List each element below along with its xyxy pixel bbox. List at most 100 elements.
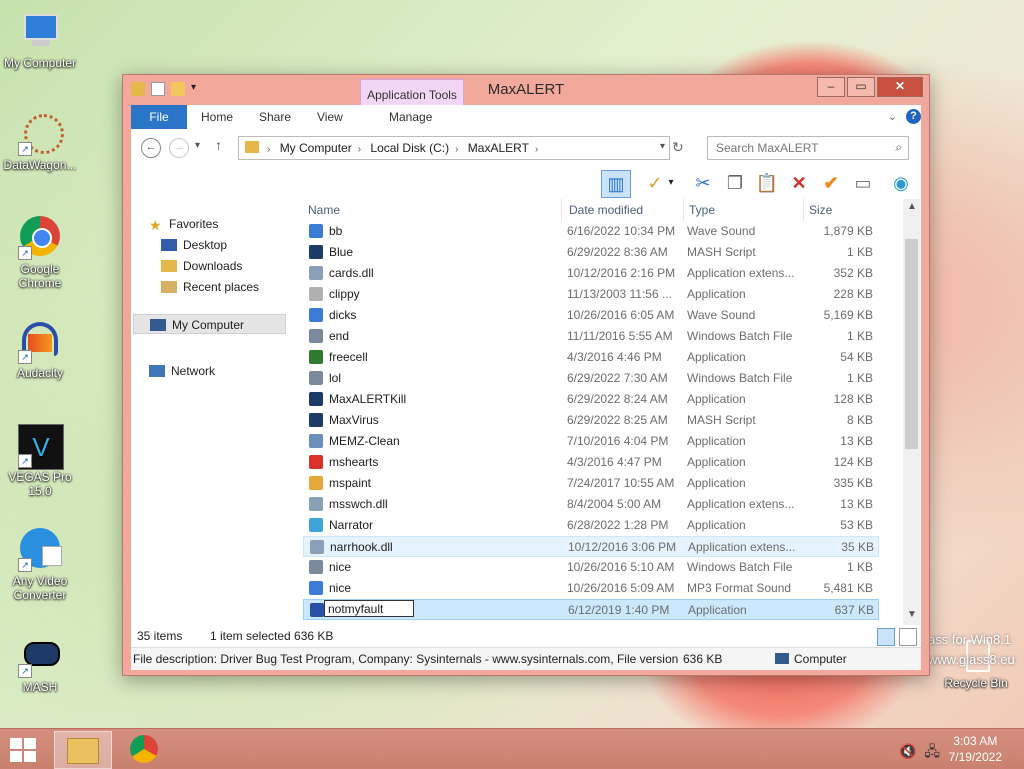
- close-button[interactable]: ✕: [877, 77, 923, 97]
- start-button[interactable]: [10, 738, 36, 762]
- volume-muted-icon[interactable]: 🔇: [899, 743, 916, 759]
- address-bar[interactable]: › My Computer › Local Disk (C:) › MaxALERT…: [238, 136, 670, 160]
- scrollbar-thumb[interactable]: [905, 239, 918, 449]
- delete-icon[interactable]: ✕: [785, 170, 813, 196]
- desktop-icon-vegas[interactable]: V ↗ VEGAS Pro 15.0: [2, 424, 78, 498]
- rename-icon[interactable]: ▭: [849, 170, 877, 196]
- file-row[interactable]: MaxVirus 6/29/2022 8:25 AM MASH Script 8 KB: [303, 410, 879, 431]
- nav-desktop[interactable]: Desktop: [161, 235, 227, 255]
- file-row[interactable]: end 11/11/2016 5:55 AM Windows Batch File 1…: [303, 326, 879, 347]
- file-type: MP3 Format Sound: [687, 581, 792, 595]
- tab-share[interactable]: Share: [259, 105, 291, 129]
- taskbar-file-explorer[interactable]: [54, 731, 112, 769]
- preview-pane-icon[interactable]: ▥: [601, 170, 631, 198]
- details-bar: File description: Driver Bug Test Progra…: [131, 647, 921, 670]
- file-row[interactable]: lol 6/29/2022 7:30 AM Windows Batch File 1 …: [303, 368, 879, 389]
- datawagon-icon: ↗: [18, 112, 64, 156]
- clippy-icon: [309, 287, 323, 301]
- copy-icon[interactable]: ❐: [721, 170, 749, 196]
- cut-icon[interactable]: ✂: [689, 170, 717, 196]
- desktop-icon-audacity[interactable]: ↗ Audacity: [2, 320, 78, 380]
- sort-ascending-icon: ^: [427, 199, 431, 203]
- window-titlebar[interactable]: ▾ MaxALERT – ▭ ✕: [123, 75, 929, 105]
- file-name: narrhook.dll: [330, 540, 393, 554]
- column-divider[interactable]: [803, 199, 804, 221]
- nav-recent-places[interactable]: Recent places: [161, 277, 259, 297]
- minimize-button[interactable]: –: [817, 77, 845, 97]
- column-type[interactable]: Type: [689, 199, 715, 221]
- file-row[interactable]: mspaint 7/24/2017 10:55 AM Application 335 …: [303, 473, 879, 494]
- search-input[interactable]: Search MaxALERT ⌕: [707, 136, 909, 160]
- file-row[interactable]: nice 10/26/2016 5:10 AM Windows Batch File…: [303, 557, 879, 578]
- expand-ribbon-icon[interactable]: ⌄: [888, 110, 897, 123]
- desktop-icon-any-video-converter[interactable]: ↗ Any Video Converter: [2, 528, 78, 602]
- breadcrumb-my-computer[interactable]: My Computer: [280, 141, 352, 155]
- tab-manage[interactable]: Manage: [389, 105, 432, 129]
- back-button[interactable]: ←: [141, 138, 161, 158]
- scroll-up-icon[interactable]: ▲: [907, 201, 917, 212]
- status-bar: 35 items 1 item selected 636 KB: [131, 625, 921, 647]
- maximize-button[interactable]: ▭: [847, 77, 875, 97]
- taskbar-clock[interactable]: 3:03 AM 7/19/2022: [949, 733, 1002, 765]
- column-size[interactable]: Size: [809, 199, 832, 221]
- column-date-modified[interactable]: Date modified: [569, 199, 643, 221]
- file-type: Application extens...: [687, 497, 795, 511]
- search-icon: ⌕: [895, 140, 902, 154]
- desktop-icon-my-computer[interactable]: My Computer: [2, 10, 78, 70]
- file-row[interactable]: MaxALERTKill 6/29/2022 8:24 AM Application…: [303, 389, 879, 410]
- recent-locations-icon[interactable]: ▾: [195, 140, 200, 151]
- file-row[interactable]: clippy 11/13/2003 11:56 ... Application 228…: [303, 284, 879, 305]
- network-icon[interactable]: 🖧: [924, 743, 940, 759]
- tab-file[interactable]: File: [131, 105, 187, 129]
- up-button[interactable]: ↑: [215, 137, 222, 153]
- scroll-down-icon[interactable]: ▼: [907, 609, 917, 620]
- address-dropdown-icon[interactable]: ▾: [660, 141, 665, 152]
- paste-icon[interactable]: 📋: [753, 170, 781, 196]
- explorer-window[interactable]: ▾ MaxALERT – ▭ ✕ Application Tools File …: [122, 74, 930, 676]
- desktop-icon-mash[interactable]: ↗ MASH: [2, 634, 78, 694]
- rename-input[interactable]: notmyfault: [324, 600, 414, 617]
- column-divider[interactable]: [561, 199, 562, 221]
- help-icon[interactable]: ?: [906, 109, 921, 124]
- dropdown-chevron-icon[interactable]: ▾: [665, 170, 677, 196]
- desktop-icon-datawagon[interactable]: ↗ DataWagon...: [2, 112, 78, 172]
- desktop-watermark: ass for Win8.1 www.glass8.eu: [928, 632, 1015, 667]
- large-icons-view-icon[interactable]: [899, 628, 917, 646]
- file-row[interactable]: bb 6/16/2022 10:34 PM Wave Sound 1,879 KB: [303, 221, 879, 242]
- file-row[interactable]: nice 10/26/2016 5:09 AM MP3 Format Sound 5,…: [303, 578, 879, 599]
- details-view-icon[interactable]: [877, 628, 895, 646]
- column-name[interactable]: Name: [308, 199, 340, 221]
- breadcrumb-maxalert[interactable]: MaxALERT: [468, 141, 529, 155]
- file-size: 1 KB: [846, 371, 873, 385]
- recent-places-icon: [161, 281, 177, 293]
- file-row[interactable]: narrhook.dll 10/12/2016 3:06 PM Applicatio…: [303, 536, 879, 557]
- vegas-icon: V ↗: [18, 424, 64, 470]
- forward-button[interactable]: →: [169, 138, 189, 158]
- navigation-pane: ★ Favorites Desktop Downloads Recent plac…: [131, 199, 296, 619]
- file-row[interactable]: MEMZ-Clean 7/10/2016 4:04 PM Application 13…: [303, 431, 879, 452]
- file-type: Application extens...: [688, 540, 796, 554]
- nav-my-computer[interactable]: My Computer: [133, 314, 286, 334]
- column-divider[interactable]: [683, 199, 684, 221]
- nav-favorites[interactable]: ★ Favorites: [149, 214, 218, 234]
- file-row[interactable]: Narrator 6/28/2022 1:28 PM Application 53 K…: [303, 515, 879, 536]
- nav-downloads[interactable]: Downloads: [161, 256, 242, 276]
- globe-icon[interactable]: ◉: [887, 170, 915, 196]
- file-row[interactable]: msswch.dll 8/4/2004 5:00 AM Application ex…: [303, 494, 879, 515]
- nav-network[interactable]: Network: [149, 361, 215, 381]
- file-row[interactable]: Blue 6/29/2022 8:36 AM MASH Script 1 KB: [303, 242, 879, 263]
- tab-home[interactable]: Home: [201, 105, 233, 129]
- tab-view[interactable]: View: [317, 105, 343, 129]
- vertical-scrollbar[interactable]: ▲ ▼: [903, 199, 920, 625]
- desktop-icon-chrome[interactable]: ↗ Google Chrome: [2, 216, 78, 290]
- batch-file-icon: [309, 329, 323, 343]
- file-row[interactable]: notmyfault 6/12/2019 1:40 PM Application 63…: [303, 599, 879, 620]
- breadcrumb-local-disk[interactable]: Local Disk (C:): [370, 141, 449, 155]
- checkmark-icon[interactable]: ✔: [817, 170, 845, 196]
- file-row[interactable]: freecell 4/3/2016 4:46 PM Application 54 KB: [303, 347, 879, 368]
- file-row[interactable]: mshearts 4/3/2016 4:47 PM Application 124 K…: [303, 452, 879, 473]
- taskbar-chrome[interactable]: [116, 731, 172, 767]
- file-row[interactable]: dicks 10/26/2016 6:05 AM Wave Sound 5,169 K…: [303, 305, 879, 326]
- refresh-icon[interactable]: ↻: [672, 139, 684, 156]
- file-row[interactable]: cards.dll 10/12/2016 2:16 PM Application e…: [303, 263, 879, 284]
